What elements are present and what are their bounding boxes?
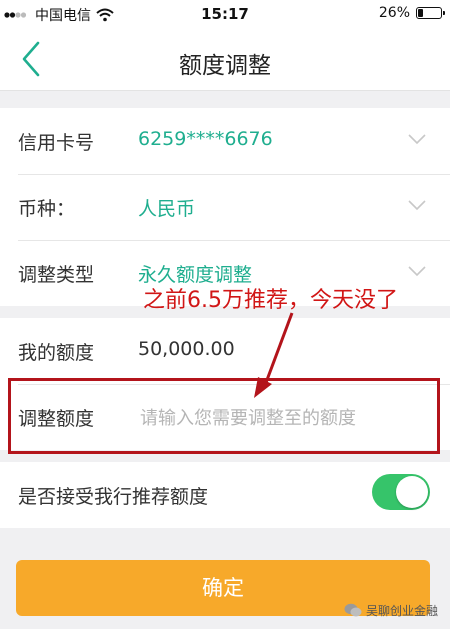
recommend-group: 是否接受我行推荐额度 <box>0 462 450 528</box>
watermark-text: 吴聊创业金融 <box>365 604 438 618</box>
watermark: 吴聊创业金融 <box>344 602 438 619</box>
card-number-row[interactable]: 信用卡号 6259****6676 <box>0 108 450 174</box>
accept-recommend-label: 是否接受我行推荐额度 <box>18 486 209 508</box>
status-bar: 中国电信 15:17 26% <box>0 0 450 28</box>
annotation-text: 之前6.5万推荐，今天没了 <box>143 288 398 313</box>
current-limit-row: 我的额度 50,000.00 <box>0 318 450 384</box>
battery-fill <box>418 9 423 17</box>
toggle-knob <box>396 476 428 508</box>
battery-percent: 26% <box>378 5 410 21</box>
current-limit-label: 我的额度 <box>18 342 95 364</box>
card-info-group: 信用卡号 6259****6676 币种： 人民币 调整类型 永久额度调整 <box>0 108 450 306</box>
nav-bar: 额度调整 <box>0 28 450 91</box>
annotation-arrow <box>254 312 294 398</box>
highlight-box <box>8 378 440 454</box>
chevron-down-icon <box>408 200 426 211</box>
currency-row[interactable]: 币种： 人民币 <box>0 174 450 240</box>
currency-label: 币种： <box>18 198 76 220</box>
battery-icon <box>416 7 445 19</box>
current-limit-value: 50,000.00 <box>138 338 235 360</box>
accept-recommend-row: 是否接受我行推荐额度 <box>0 462 450 528</box>
chevron-down-icon <box>408 266 426 277</box>
adjust-type-label: 调整类型 <box>18 264 95 286</box>
currency-value: 人民币 <box>138 198 196 220</box>
accept-recommend-toggle[interactable] <box>372 474 430 510</box>
status-right: 26% <box>378 5 445 21</box>
chevron-down-icon <box>408 134 426 145</box>
page-title: 额度调整 <box>179 53 271 79</box>
wechat-icon <box>344 603 362 617</box>
card-number-label: 信用卡号 <box>18 132 95 154</box>
card-number-value: 6259****6676 <box>138 128 273 150</box>
